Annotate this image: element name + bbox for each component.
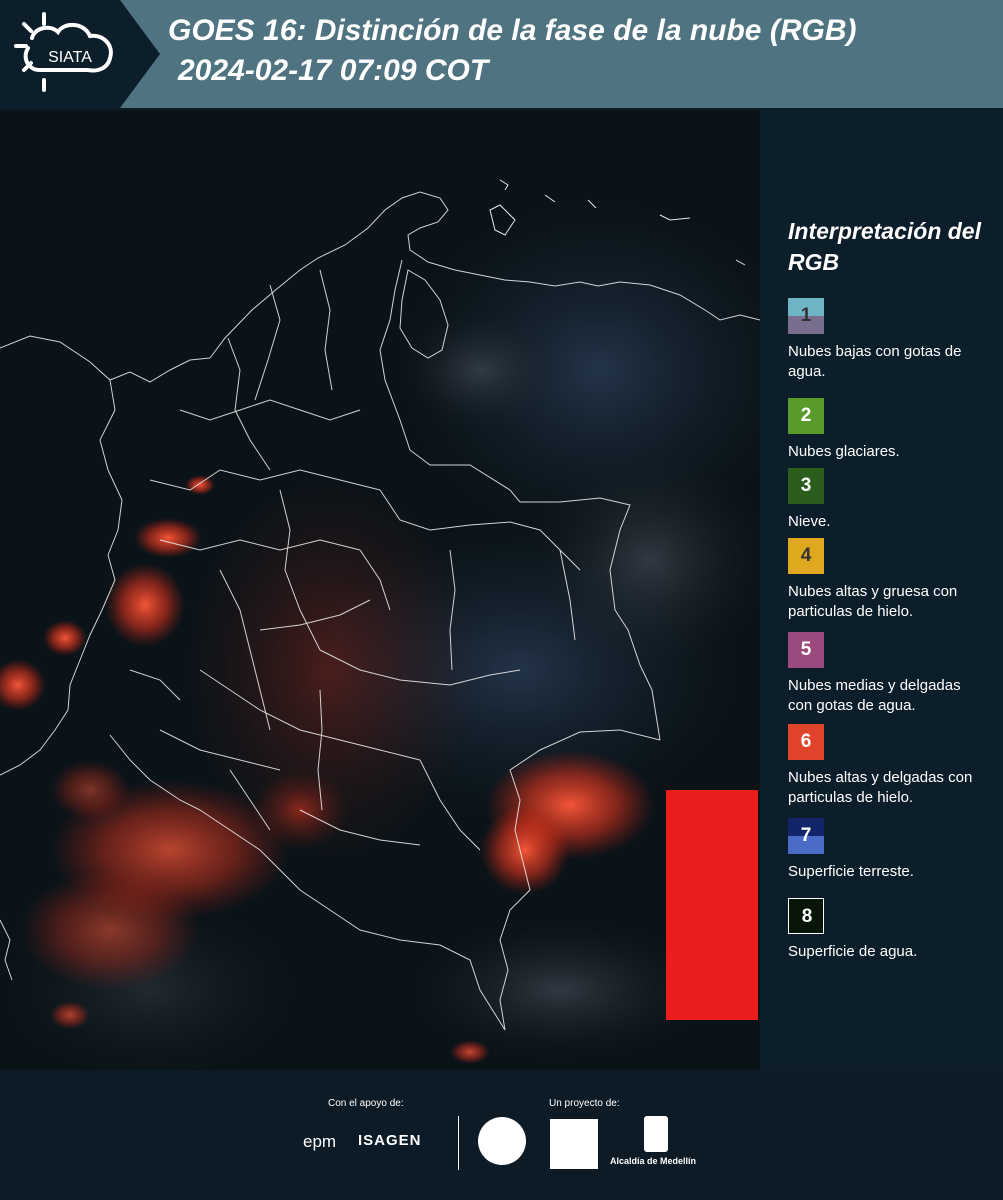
legend-swatch-8: 8 (788, 898, 824, 934)
legend-item-1: 1 Nubes bajas con gotas de agua. (788, 298, 988, 382)
legend-number: 7 (800, 825, 812, 846)
legend-swatch-2: 2 (788, 398, 824, 434)
legend-number: 2 (800, 405, 812, 426)
footer-divider (458, 1116, 459, 1170)
area-metropolitana-logo (550, 1119, 598, 1169)
epm-logo: epm (303, 1132, 337, 1151)
legend-item-5: 5 Nubes medias y delgadas con gotas de ag… (788, 632, 988, 716)
legend-label: Nubes bajas con gotas de agua. (788, 343, 962, 380)
legend-swatch-5: 5 (788, 632, 824, 668)
legend-number: 3 (800, 475, 812, 496)
legend-label: Nubes medias y delgadas con gotas de agu… (788, 677, 961, 714)
legend-number: 5 (800, 639, 812, 660)
legend-label: Nubes glaciares. (788, 443, 900, 460)
legend-label: Nubes altas y delgadas con particulas de… (788, 769, 973, 806)
support-label: Con el apoyo de: (328, 1098, 404, 1109)
legend-label: Nubes altas y gruesa con particulas de h… (788, 583, 958, 620)
legend-swatch-3: 3 (788, 468, 824, 504)
legend-swatch-7: 7 (788, 818, 824, 854)
legend-item-3: 3 Nieve. (788, 468, 988, 532)
legend-panel: Interpretación del RGB 1 Nubes bajas con … (760, 110, 1003, 1070)
legend-label: Superficie de agua. (788, 943, 918, 960)
alcaldia-emblem-icon (644, 1116, 668, 1152)
footer: Con el apoyo de: Un proyecto de: epm ISA… (0, 1070, 1003, 1200)
project-label: Un proyecto de: (549, 1098, 620, 1109)
alcaldia-text: Alcaldía de Medellín (610, 1156, 697, 1166)
header-bar: SIATA GOES 16: Distinción de la fase de … (0, 0, 1003, 108)
legend-swatch-6: 6 (788, 724, 824, 760)
legend-item-8: 8 Superficie de agua. (788, 898, 988, 962)
page-title: GOES 16: Distinción de la fase de la nub… (168, 14, 857, 47)
legend-number: 8 (801, 906, 813, 927)
isagen-logo: ISAGEN (358, 1132, 422, 1149)
logo-text: SIATA (48, 49, 92, 66)
university-seal-logo (478, 1117, 526, 1165)
legend-item-7: 7 Superficie terreste. (788, 818, 988, 882)
legend-label: Superficie terreste. (788, 863, 914, 880)
legend-number: 6 (800, 731, 812, 752)
legend-swatch-1: 1 (788, 298, 824, 334)
legend-item-4: 4 Nubes altas y gruesa con particulas de … (788, 538, 988, 622)
legend-item-2: 2 Nubes glaciares. (788, 398, 988, 462)
siata-logo: SIATA (0, 0, 160, 108)
legend-number: 1 (800, 305, 812, 326)
legend-number: 4 (800, 545, 812, 566)
legend-swatch-4: 4 (788, 538, 824, 574)
timestamp: 2024-02-17 07:09 COT (178, 54, 489, 87)
alcaldia-medellin-logo: Alcaldía de Medellín (610, 1116, 702, 1176)
legend-item-6: 6 Nubes altas y delgadas con particulas d… (788, 724, 988, 808)
map-image (0, 110, 760, 1070)
legend-label: Nieve. (788, 513, 831, 530)
satellite-map (0, 110, 760, 1070)
legend-title: Interpretación del RGB (788, 218, 981, 275)
